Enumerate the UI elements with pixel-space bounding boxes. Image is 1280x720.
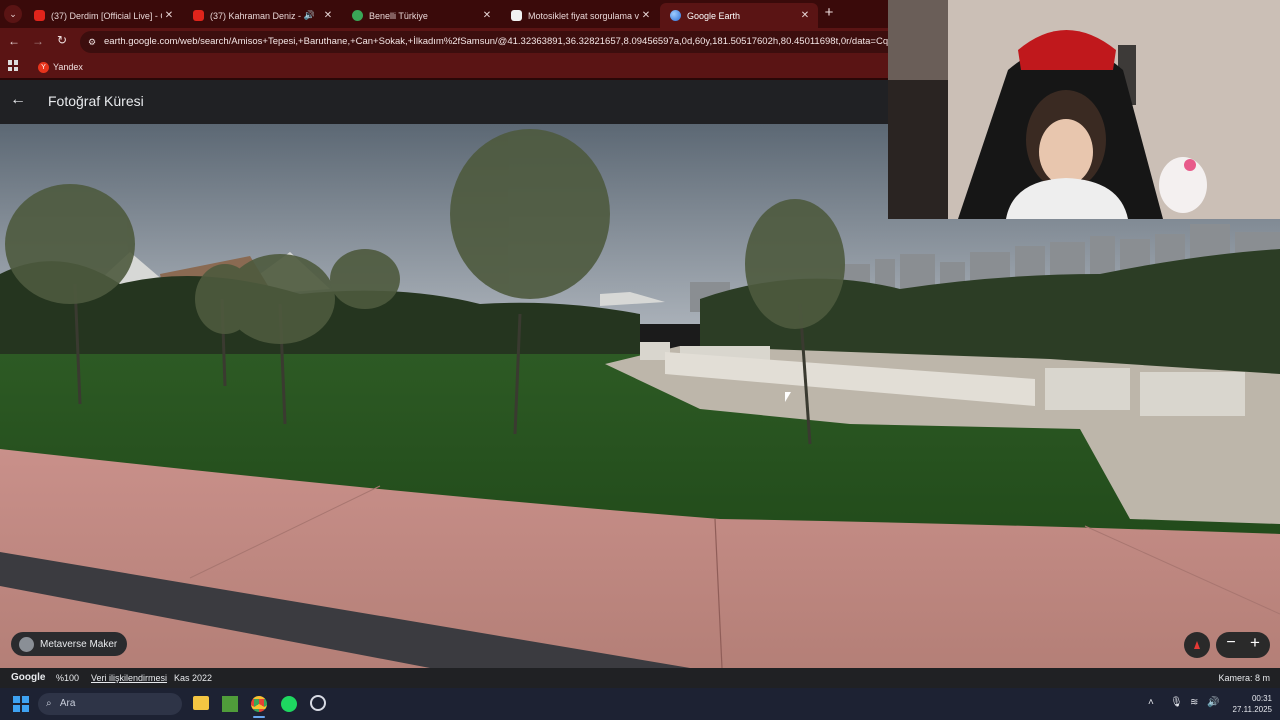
active-app-indicator bbox=[253, 716, 265, 718]
apps-grid-icon[interactable] bbox=[8, 60, 19, 71]
tab-benelli[interactable]: Benelli Türkiye ✕ bbox=[342, 3, 500, 28]
webcam-overlay bbox=[888, 0, 1280, 219]
new-tab-button[interactable]: + bbox=[822, 5, 836, 23]
search-icon: ⌕ bbox=[46, 698, 52, 709]
tab-youtube-kahraman[interactable]: (37) Kahraman Deniz - Son 🔊 ✕ bbox=[183, 3, 341, 28]
close-tab-icon[interactable]: ✕ bbox=[480, 10, 494, 21]
close-tab-icon[interactable]: ✕ bbox=[798, 10, 812, 21]
browser-tab-strip: ⌄ (37) Derdim [Official Live] - Gök ✕ (3… bbox=[0, 0, 888, 28]
close-tab-icon[interactable]: ✕ bbox=[639, 10, 653, 21]
forward-icon[interactable]: → bbox=[32, 34, 44, 48]
tab-youtube-derdim[interactable]: (37) Derdim [Official Live] - Gök ✕ bbox=[24, 3, 182, 28]
windows-start-icon[interactable] bbox=[13, 696, 29, 712]
compass-button[interactable] bbox=[1184, 632, 1210, 658]
wifi-icon[interactable]: ≋ bbox=[1190, 697, 1198, 708]
benelli-icon bbox=[352, 10, 363, 21]
tab-title: Google Earth bbox=[687, 10, 741, 21]
camera-altitude: Kamera: 8 m bbox=[1218, 673, 1270, 683]
tab-title: (37) Derdim [Official Live] - Gök bbox=[51, 10, 162, 21]
webcam-feed bbox=[888, 0, 1280, 219]
google-earth-icon bbox=[670, 10, 681, 21]
url-text: earth.google.com/web/search/Amisos+Tepes… bbox=[104, 36, 888, 47]
close-tab-icon[interactable]: ✕ bbox=[162, 10, 176, 21]
speaker-icon[interactable]: 🔊 bbox=[304, 10, 315, 21]
tab-title: (37) Kahraman Deniz - Son bbox=[210, 10, 304, 21]
youtube-icon bbox=[193, 10, 204, 21]
reload-icon[interactable]: ↻ bbox=[57, 33, 67, 47]
tab-title: Benelli Türkiye bbox=[369, 10, 428, 21]
zoom-level: %100 bbox=[56, 673, 80, 683]
photosphere-header: ← Fotoğraf Küresi bbox=[0, 80, 888, 124]
site-info-icon[interactable]: ⚙ bbox=[88, 31, 96, 53]
bookmark-label: Yandex bbox=[53, 62, 83, 72]
page-icon bbox=[511, 10, 522, 21]
data-attribution-link[interactable]: Veri ilişkilendirmesi bbox=[91, 673, 167, 683]
tab-title: Motosiklet fiyat sorgulama ve bbox=[528, 10, 639, 21]
imagery-date: Kas 2022 bbox=[174, 673, 213, 683]
zoom-in-button[interactable]: + bbox=[1246, 633, 1264, 653]
tab-motosiklet[interactable]: Motosiklet fiyat sorgulama ve ✕ bbox=[501, 3, 659, 28]
contributor-name: Metaverse Maker bbox=[40, 638, 118, 650]
spotify-icon[interactable] bbox=[281, 696, 297, 712]
avatar bbox=[19, 636, 34, 652]
bookmarks-bar: Y Yandex bbox=[0, 56, 888, 78]
microphone-icon[interactable]: 🎙 bbox=[1170, 697, 1183, 708]
volume-icon[interactable]: 🔊 bbox=[1207, 697, 1219, 708]
minecraft-icon[interactable] bbox=[222, 696, 238, 712]
back-icon[interactable]: ← bbox=[8, 34, 20, 48]
show-hidden-icons[interactable]: ˄ bbox=[1148, 697, 1154, 708]
earth-footer: Google %100 Veri ilişkilendirmesi Kas 20… bbox=[0, 668, 1280, 688]
chrome-icon[interactable] bbox=[251, 696, 267, 712]
back-arrow-icon[interactable]: ← bbox=[10, 91, 30, 111]
contributor-chip[interactable]: Metaverse Maker bbox=[11, 632, 128, 656]
clock-date: 27.11.2025 bbox=[1232, 705, 1272, 714]
google-logo: Google bbox=[11, 672, 46, 683]
tab-search-button[interactable]: ⌄ bbox=[4, 5, 22, 23]
page-title: Fotoğraf Küresi bbox=[48, 93, 144, 109]
close-tab-icon[interactable]: ✕ bbox=[321, 10, 335, 21]
youtube-icon bbox=[34, 10, 45, 21]
browser-toolbar: ← → ↻ ⚙ earth.google.com/web/search/Amis… bbox=[0, 28, 888, 56]
mouse-cursor bbox=[785, 392, 791, 402]
windows-taskbar: ⌕ Ara ˄ 🎙 ≋ 🔊 00:31 27.11.2025 bbox=[0, 688, 1280, 720]
zoom-controls: − + bbox=[1216, 632, 1270, 658]
system-clock[interactable]: 00:31 27.11.2025 bbox=[1224, 693, 1272, 715]
bookmark-yandex[interactable]: Y Yandex bbox=[38, 60, 83, 74]
zoom-out-button[interactable]: − bbox=[1222, 634, 1240, 652]
taskbar-search[interactable]: ⌕ Ara bbox=[38, 693, 182, 715]
clock-time: 00:31 bbox=[1251, 694, 1272, 703]
address-bar[interactable]: ⚙ earth.google.com/web/search/Amisos+Tep… bbox=[80, 31, 888, 53]
file-explorer-icon[interactable] bbox=[193, 696, 209, 710]
tab-google-earth[interactable]: Google Earth ✕ bbox=[660, 3, 818, 28]
settings-gear-icon[interactable] bbox=[310, 695, 326, 711]
yandex-icon: Y bbox=[38, 61, 49, 73]
compass-icon bbox=[1194, 640, 1200, 649]
search-placeholder: Ara bbox=[59, 698, 76, 709]
